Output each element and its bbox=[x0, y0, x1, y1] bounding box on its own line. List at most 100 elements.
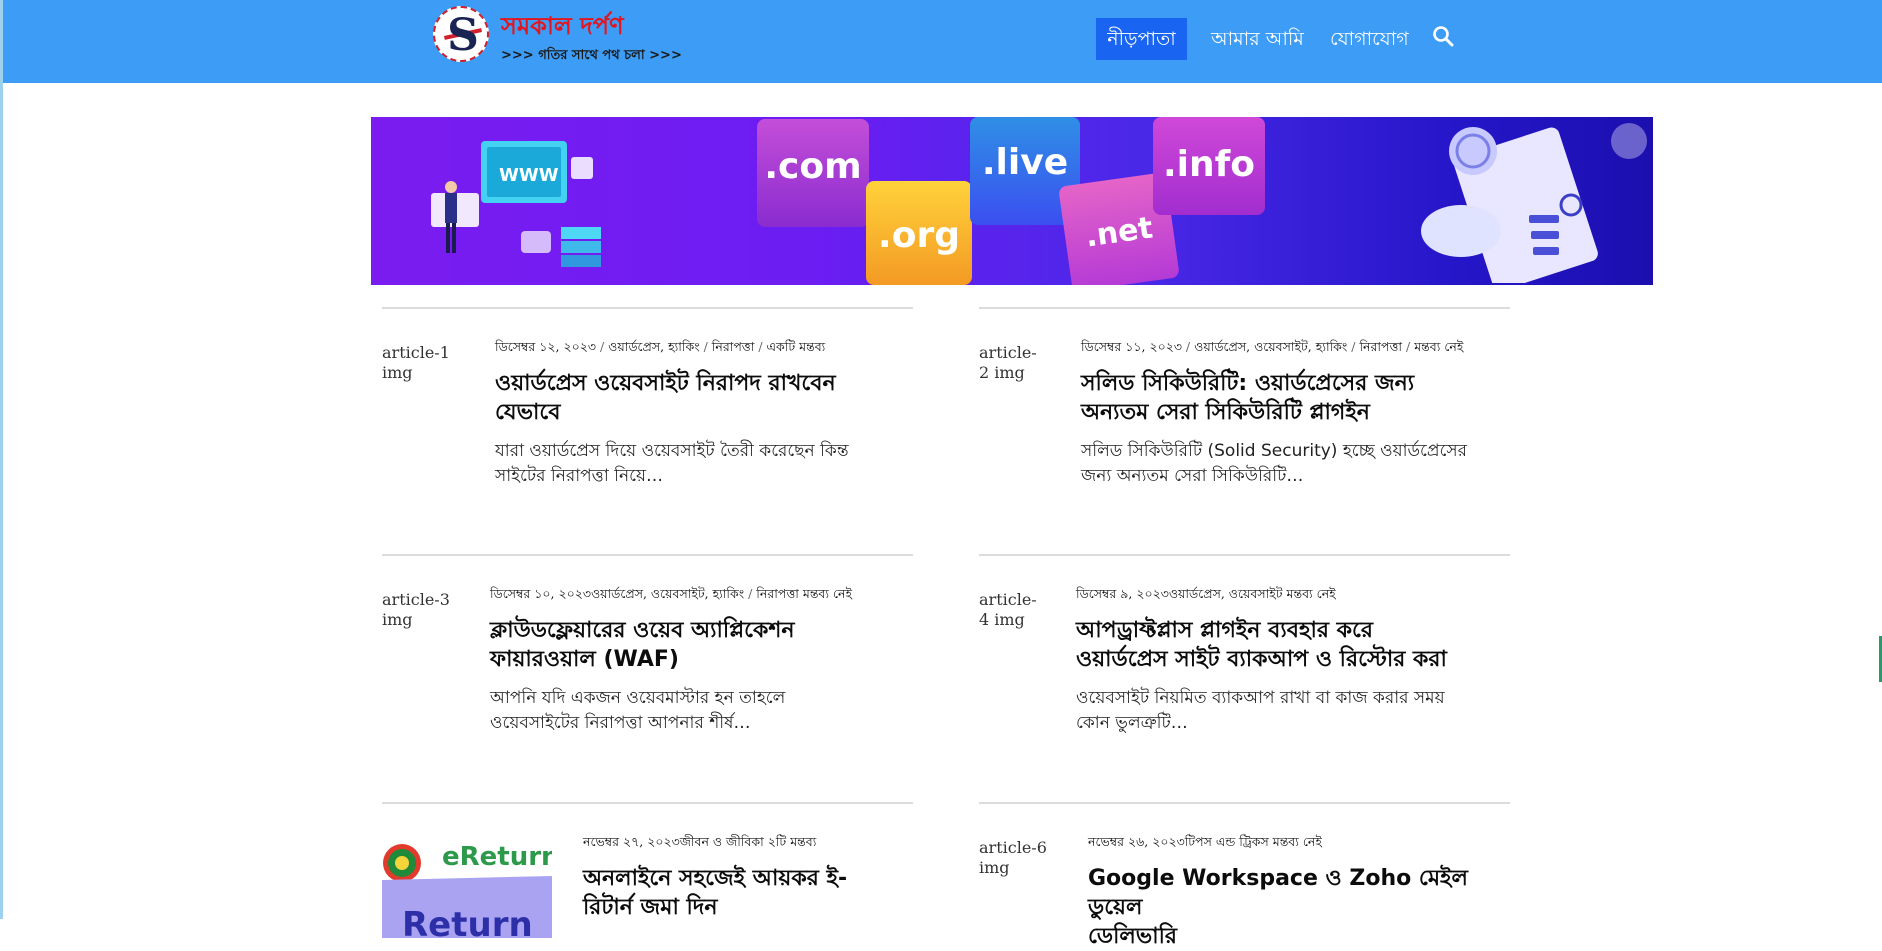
post-categories[interactable]: ওয়ার্ডপ্রেস, ওয়েবসাইট, হ্যাকিং bbox=[1194, 339, 1347, 354]
nav-contact[interactable]: যোগাযোগ bbox=[1330, 18, 1409, 60]
meta-separator: / bbox=[1181, 339, 1195, 354]
post-categories[interactable]: ওয়ার্ডপ্রেস, হ্যাকিং bbox=[608, 339, 699, 354]
article-card: article-1 img ডিসেম্বর ১২, ২০২৩ / ওয়ার্… bbox=[382, 307, 913, 537]
meta-separator: / bbox=[1402, 339, 1415, 354]
article-thumbnail[interactable]: article-6 img bbox=[979, 838, 1055, 878]
post-categories[interactable]: ওয়ার্ডপ্রেস, ওয়েবসাইট bbox=[1169, 586, 1283, 601]
ereturn-thumbnail[interactable]: eReturn Return bbox=[382, 838, 552, 938]
post-categories[interactable]: জীবন ও জীবিকা bbox=[680, 834, 764, 849]
article-title[interactable]: সলিড সিকিউরিটি: ওয়ার্ডপ্রেসের জন্য অন্য… bbox=[1081, 369, 1414, 427]
article-excerpt: আপনি যদি একজন ওয়েবমাস্টার হন তাহলে ওয়ে… bbox=[490, 686, 785, 736]
post-comments[interactable]: ২টি মন্তব্য bbox=[768, 834, 817, 849]
post-comments[interactable]: একটি মন্তব্য bbox=[767, 339, 826, 354]
site-header: S সমকাল দর্পণ >>> গতির সাথে পথ চলা >>> ন… bbox=[3, 0, 1882, 83]
thumb-text: eReturn bbox=[442, 842, 552, 872]
left-rail bbox=[0, 0, 3, 919]
divider bbox=[979, 554, 1510, 556]
svg-text:WWW: WWW bbox=[499, 165, 559, 186]
search-icon[interactable] bbox=[1432, 25, 1454, 47]
meta-separator: / bbox=[699, 339, 712, 354]
tile-org: .org bbox=[866, 181, 972, 285]
post-date[interactable]: নভেম্বর ২৭, ২০২৩ bbox=[583, 834, 680, 849]
article-card: article-3 img ডিসেম্বর ১০, ২০২৩ওয়ার্ডপ্… bbox=[382, 554, 913, 784]
article-thumbnail[interactable]: article-4 img bbox=[979, 590, 1043, 630]
article-excerpt: সলিড সিকিউরিটি (Solid Security) হচ্ছে ওয… bbox=[1081, 439, 1467, 489]
article-meta: ডিসেম্বর ১২, ২০২৩ / ওয়ার্ডপ্রেস, হ্যাকি… bbox=[495, 339, 825, 359]
excerpt-line: কোন ভুলত্রুটি… bbox=[1076, 713, 1188, 733]
article-thumbnail[interactable]: article-2 img bbox=[979, 343, 1043, 383]
article-title[interactable]: আপড্রাফ্টপ্লাস প্লাগইন ব্যবহার করে ওয়ার… bbox=[1076, 616, 1447, 674]
article-meta: ডিসেম্বর ১০, ২০২৩ওয়ার্ডপ্রেস, ওয়েবসাইট… bbox=[490, 586, 852, 606]
meta-separator: / bbox=[1347, 339, 1360, 354]
title-line: ফায়ারওয়াল (WAF) bbox=[490, 647, 679, 672]
post-comments[interactable]: মন্তব্য নেই bbox=[1287, 586, 1336, 601]
post-date[interactable]: নভেম্বর ২৬, ২০২৩ bbox=[1088, 834, 1185, 849]
post-categories[interactable]: টিপস এন্ড ট্রিকস bbox=[1185, 834, 1269, 849]
image-search-icon[interactable] bbox=[1611, 123, 1647, 159]
excerpt-line: সাইটের নিরাপত্তা নিয়ে… bbox=[495, 466, 664, 486]
divider bbox=[382, 554, 913, 556]
nav-about[interactable]: আমার আমি bbox=[1211, 18, 1304, 60]
excerpt-line: ওয়েবসাইটের নিরাপত্তা আপনার শীর্ষ… bbox=[490, 713, 751, 733]
divider bbox=[979, 307, 1510, 309]
article-title[interactable]: অনলাইনে সহজেই আয়কর ই- রিটার্ন জমা দিন bbox=[583, 864, 847, 922]
article-meta: ডিসেম্বর ১১, ২০২৩ / ওয়ার্ডপ্রেস, ওয়েবস… bbox=[1081, 339, 1463, 359]
title-line: ডেলিভারি bbox=[1088, 924, 1177, 949]
excerpt-line: ওয়েবসাইট নিয়মিত ব্যাকআপ রাখা বা কাজ কর… bbox=[1076, 688, 1445, 708]
article-title[interactable]: ওয়ার্ডপ্রেস ওয়েবসাইট নিরাপদ রাখবেন যেভ… bbox=[495, 369, 836, 427]
cloud-search-illustration-icon bbox=[1421, 127, 1598, 283]
post-comments[interactable]: মন্তব্য নেই bbox=[1414, 339, 1463, 354]
excerpt-line: আপনি যদি একজন ওয়েবমাস্টার হন তাহলে bbox=[490, 688, 786, 708]
article-card: article-4 img ডিসেম্বর ৯, ২০২৩ওয়ার্ডপ্র… bbox=[979, 554, 1510, 784]
post-date[interactable]: ডিসেম্বর ৯, ২০২৩ bbox=[1076, 586, 1169, 601]
article-excerpt: ওয়েবসাইট নিয়মিত ব্যাকআপ রাখা বা কাজ কর… bbox=[1076, 686, 1445, 736]
title-line: সলিড সিকিউরিটি: ওয়ার্ডপ্রেসের জন্য bbox=[1081, 371, 1415, 396]
title-line: ওয়ার্ডপ্রেস ওয়েবসাইট নিরাপদ রাখবেন bbox=[495, 371, 836, 396]
logo-letter: S bbox=[447, 10, 479, 61]
article-meta: নভেম্বর ২৬, ২০২৩টিপস এন্ড ট্রিকস মন্তব্য… bbox=[1088, 834, 1322, 854]
meta-separator: / bbox=[595, 339, 609, 354]
site-logo[interactable]: S সমকাল দর্পণ >>> গতির সাথে পথ চলা >>> bbox=[431, 4, 682, 74]
logo-emblem: S bbox=[433, 6, 489, 62]
excerpt-line: যারা ওয়ার্ডপ্রেস দিয়ে ওয়েবসাইট তৈরী ক… bbox=[495, 441, 849, 461]
title-line: অন্যতম সেরা সিকিউরিটি প্লাগইন bbox=[1081, 400, 1370, 425]
post-tag[interactable]: নিরাপত্তা bbox=[712, 339, 755, 354]
title-line: ক্লাউডফ্লেয়ারের ওয়েব অ্যাপ্লিকেশন bbox=[490, 618, 795, 643]
article-excerpt: যারা ওয়ার্ডপ্রেস দিয়ে ওয়েবসাইট তৈরী ক… bbox=[495, 439, 849, 489]
title-line: ওয়ার্ডপ্রেস সাইট ব্যাকআপ ও রিস্টোর করা bbox=[1076, 647, 1447, 672]
title-line: যেভাবে bbox=[495, 400, 561, 425]
post-comments[interactable]: মন্তব্য নেই bbox=[1273, 834, 1322, 849]
post-date[interactable]: ডিসেম্বর ১০, ২০২৩ bbox=[490, 586, 591, 601]
nav-home[interactable]: নীড়পাতা bbox=[1096, 18, 1187, 60]
article-card: eReturn Return নভেম্বর ২৭, ২০২৩জীবন ও জী… bbox=[382, 802, 913, 938]
tile-info: .info bbox=[1153, 117, 1265, 215]
article-thumbnail[interactable]: article-3 img bbox=[382, 590, 458, 630]
meta-separator: / bbox=[754, 339, 767, 354]
article-card: article-2 img ডিসেম্বর ১১, ২০২৩ / ওয়ার্… bbox=[979, 307, 1510, 537]
post-tag[interactable]: নিরাপত্তা bbox=[1359, 339, 1402, 354]
article-meta: ডিসেম্বর ৯, ২০২৩ওয়ার্ডপ্রেস, ওয়েবসাইট … bbox=[1076, 586, 1336, 606]
thumb-text: Return bbox=[402, 905, 533, 938]
article-meta: নভেম্বর ২৭, ২০২৩জীবন ও জীবিকা ২টি মন্তব্… bbox=[583, 834, 816, 854]
article-title[interactable]: ক্লাউডফ্লেয়ারের ওয়েব অ্যাপ্লিকেশন ফায়… bbox=[490, 616, 795, 674]
meta-separator: / bbox=[744, 586, 757, 601]
excerpt-line: সলিড সিকিউরিটি (Solid Security) হচ্ছে ওয… bbox=[1081, 441, 1467, 461]
title-line: রিটার্ন জমা দিন bbox=[583, 895, 718, 920]
title-line: আপড্রাফ্টপ্লাস প্লাগইন ব্যবহার করে bbox=[1076, 618, 1373, 643]
site-title[interactable]: সমকাল দর্পণ bbox=[501, 8, 624, 48]
article-title[interactable]: Google Workspace ও Zoho মেইল ডুয়েল ডেলি… bbox=[1088, 864, 1510, 951]
post-comments[interactable]: মন্তব্য নেই bbox=[803, 586, 852, 601]
site-tagline: >>> গতির সাথে পথ চলা >>> bbox=[501, 48, 682, 63]
divider bbox=[979, 802, 1510, 804]
web-illustration-icon: WWW bbox=[431, 141, 601, 267]
excerpt-line: জন্য অন্যতম সেরা সিকিউরিটি… bbox=[1081, 466, 1304, 486]
tile-com: .com bbox=[757, 119, 869, 227]
divider bbox=[382, 802, 913, 804]
post-categories[interactable]: ওয়ার্ডপ্রেস, ওয়েবসাইট, হ্যাকিং bbox=[591, 586, 744, 601]
article-thumbnail[interactable]: article-1 img bbox=[382, 343, 472, 383]
domain-banner: WWW .com .org .live .net .info bbox=[371, 117, 1653, 285]
post-tag[interactable]: নিরাপত্তা bbox=[756, 586, 799, 601]
post-date[interactable]: ডিসেম্বর ১১, ২০২৩ bbox=[1081, 339, 1182, 354]
post-date[interactable]: ডিসেম্বর ১২, ২০২৩ bbox=[495, 339, 596, 354]
title-line: অনলাইনে সহজেই আয়কর ই- bbox=[583, 866, 848, 891]
